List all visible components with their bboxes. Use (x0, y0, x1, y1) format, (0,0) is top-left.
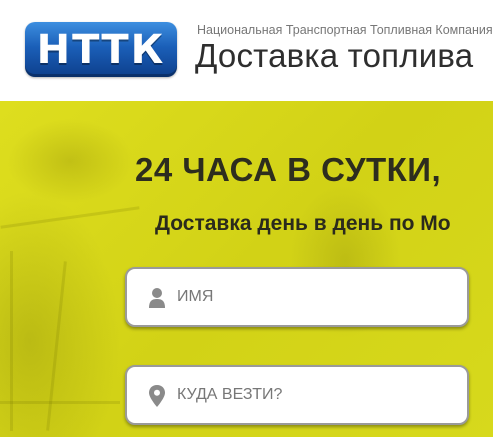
company-name: Национальная Транспортная Топливная Комп… (197, 23, 493, 37)
name-field[interactable] (125, 267, 469, 327)
company-logo[interactable]: НТТК (25, 22, 177, 77)
hero-background-detail (46, 261, 67, 431)
hero-background-detail (0, 401, 120, 404)
address-field[interactable] (125, 365, 469, 425)
hero-background-detail (10, 251, 13, 431)
user-icon (149, 288, 165, 308)
site-header: НТТК Национальная Транспортная Топливная… (0, 0, 493, 101)
hero-background-detail (0, 206, 140, 229)
address-input[interactable] (177, 367, 457, 423)
header-title: Доставка топлива (195, 37, 474, 74)
logo-text: НТТК (36, 26, 166, 73)
name-input[interactable] (177, 269, 457, 325)
hero-headline: 24 ЧАСА В СУТКИ, (135, 151, 442, 188)
hero-banner: 24 ЧАСА В СУТКИ, Доставка день в день по… (0, 101, 493, 437)
map-pin-icon (149, 385, 165, 407)
hero-subheadline: Доставка день в день по Мо (155, 212, 451, 235)
